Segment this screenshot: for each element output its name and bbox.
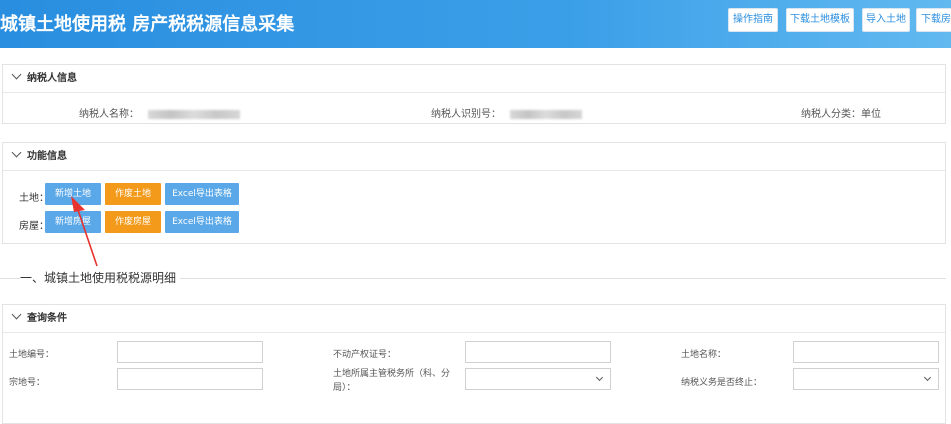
taxpayer-category-field: 纳税人分类：单位 — [801, 105, 881, 120]
guide-button[interactable]: 操作指南 — [728, 8, 778, 32]
taxpayer-id-label: 纳税人识别号： — [431, 109, 501, 120]
download-land-template-button[interactable]: 下载土地模板 — [786, 8, 854, 32]
query-title: 查询条件 — [27, 313, 67, 324]
land-no-label: 土地编号： — [9, 350, 55, 360]
export-house-excel-button[interactable]: Excel导出表格 — [165, 211, 239, 233]
land-tax-detail-section: 一、城镇土地使用税税源明细 — [0, 269, 946, 289]
chevron-down-icon — [11, 309, 22, 320]
land-no-input[interactable] — [117, 341, 263, 363]
download-house-template-button[interactable]: 下载房 — [916, 8, 951, 32]
function-header[interactable]: 功能信息 — [3, 143, 945, 171]
void-land-button[interactable]: 作废土地 — [105, 183, 161, 205]
void-house-button[interactable]: 作废房屋 — [105, 211, 161, 233]
tax-office-label: 土地所属主管税务所（科、分局）： — [333, 369, 451, 393]
parcel-no-label: 宗地号： — [9, 378, 46, 388]
taxpayer-category-value: 单位 — [861, 109, 881, 120]
query-header[interactable]: 查询条件 — [3, 305, 945, 333]
arrow-head-icon — [71, 196, 85, 212]
land-tax-detail-title: 一、城镇土地使用税税源明细 — [20, 269, 181, 286]
tax-office-select[interactable] — [465, 368, 611, 390]
function-title: 功能信息 — [27, 151, 67, 162]
query-panel: 查询条件 土地编号： 不动产权证号： 土地名称： 宗地号： 土地所属主管税务所（… — [2, 304, 946, 424]
taxpayer-name-field: 纳税人名称： — [79, 105, 241, 120]
obligation-end-select[interactable] — [793, 368, 939, 390]
land-name-label: 土地名称： — [681, 350, 727, 360]
taxpayer-id-field: 纳税人识别号： — [431, 105, 583, 120]
taxpayer-category-label: 纳税人分类： — [801, 109, 861, 120]
taxpayer-info-title: 纳税人信息 — [27, 73, 77, 84]
redacted-taxpayer-id — [510, 109, 583, 119]
app-header: 城镇土地使用税 房产税税源信息采集 操作指南 下载土地模板 导入土地 下载房 — [0, 0, 951, 48]
import-land-button[interactable]: 导入土地 — [862, 8, 910, 32]
property-cert-input[interactable] — [465, 341, 611, 363]
taxpayer-info-panel: 纳税人信息 纳税人名称： 纳税人识别号： 纳税人分类：单位 — [2, 64, 946, 124]
redacted-taxpayer-name — [148, 109, 241, 119]
page-title: 城镇土地使用税 房产税税源信息采集 — [0, 14, 295, 35]
obligation-end-label: 纳税义务是否终止： — [681, 378, 763, 388]
chevron-down-icon — [11, 69, 22, 80]
property-cert-label: 不动产权证号： — [333, 350, 397, 360]
taxpayer-info-header[interactable]: 纳税人信息 — [3, 65, 945, 93]
chevron-down-icon — [11, 147, 22, 158]
parcel-no-input[interactable] — [117, 368, 263, 390]
export-land-excel-button[interactable]: Excel导出表格 — [165, 183, 239, 205]
taxpayer-name-label: 纳税人名称： — [79, 109, 139, 120]
function-panel: 功能信息 土地： 新增土地 作废土地 Excel导出表格 房屋： 新增房屋 作废… — [2, 142, 946, 244]
red-arrow-annotation — [71, 196, 98, 267]
land-name-input[interactable] — [793, 341, 939, 363]
